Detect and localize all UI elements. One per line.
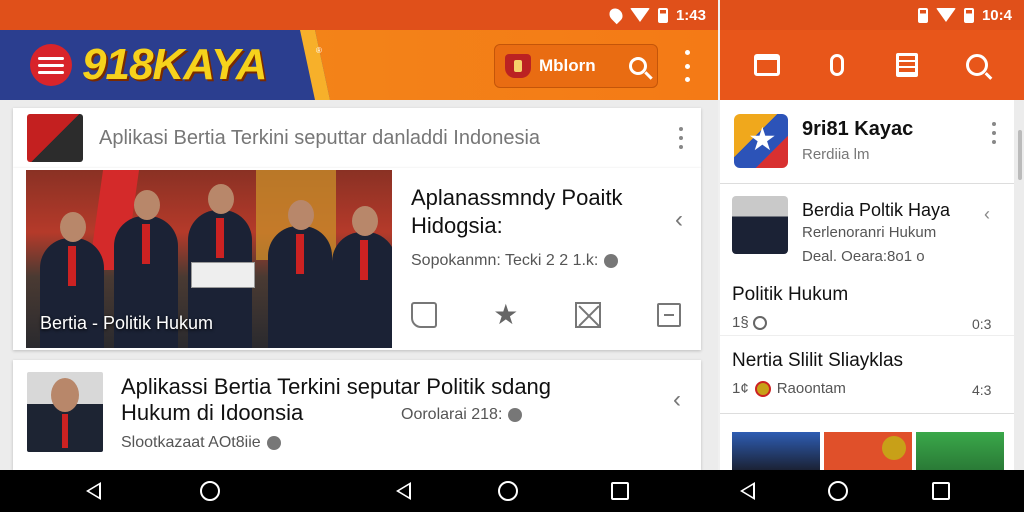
star-icon[interactable]: ★ (493, 301, 518, 329)
item-count-value: 1¢ (732, 380, 749, 397)
globe-icon (266, 436, 281, 450)
status-time: 10:4 (981, 6, 1012, 24)
item-meta-text: Raoontam (776, 380, 846, 397)
side-panel: 9ri81 Kayac Rerdiia lm Berdia Poltik Hay… (720, 100, 1024, 470)
like-icon[interactable] (411, 302, 437, 328)
status-bar-right: 10:4 (720, 0, 1024, 30)
back-icon[interactable] (740, 482, 755, 500)
battery-icon (963, 7, 974, 23)
app-info-row[interactable]: 9ri81 Kayac Rerdiia lm (720, 100, 1014, 184)
back-icon[interactable] (86, 482, 101, 500)
search-icon (629, 57, 647, 75)
feature-title[interactable]: Aplanassmndy Poaitk Hidogsia: (411, 184, 661, 240)
list-item[interactable]: Nertia Slilit Sliayklas 1¢ Raoontam 4:3 (720, 346, 1014, 414)
recents-icon[interactable] (932, 482, 950, 500)
gift-button[interactable] (751, 49, 783, 81)
strip-image[interactable] (824, 432, 912, 470)
feature-caption: Bertia - Politik Hukum (40, 313, 214, 333)
brand-logo-area[interactable]: 918KAYA (0, 30, 330, 100)
item-subtitle: Rerlenoranri Hukum (802, 224, 937, 241)
status-time: 1:43 (675, 6, 706, 24)
gift-icon (754, 54, 780, 76)
article-meta: Oorolarai 218: (395, 406, 523, 424)
recents-icon[interactable] (611, 482, 629, 500)
globe-icon (604, 254, 619, 268)
scrollbar[interactable] (1018, 130, 1022, 180)
search-button-right[interactable] (961, 49, 993, 81)
garuda-emblem-icon (505, 54, 531, 78)
hide-icon[interactable] (657, 303, 681, 327)
image-strip (732, 432, 1004, 470)
share-icon[interactable]: ‹ (984, 204, 990, 225)
article-meta2-text: Slootkazaat AOt8iie (121, 434, 261, 451)
search-button[interactable]: Mblorn (494, 44, 658, 88)
globe-icon (508, 408, 523, 422)
home-icon[interactable] (828, 481, 848, 501)
article-meta-text: Oorolarai 218: (401, 406, 503, 423)
item-meta: 1¢ Raoontam (732, 380, 846, 397)
item-title: Nertia Slilit Sliayklas (732, 350, 904, 371)
strip-image[interactable] (916, 432, 1004, 470)
item-time: 4:3 (972, 382, 992, 398)
item-count-value: 1§ (732, 314, 749, 331)
data-saver-icon (606, 5, 626, 25)
app-logo-icon (734, 114, 788, 168)
article-meta-secondary: Slootkazaat AOt8iie (121, 434, 281, 452)
feature-meta-text: Sopokanmn: Tecki 2 2 1.k: (411, 252, 599, 269)
brand-name: 918KAYA (82, 40, 268, 89)
cheque-prop (191, 262, 255, 288)
battery-icon (917, 7, 928, 23)
back-icon[interactable] (396, 482, 411, 500)
header-card[interactable]: Aplikasi Bertia Terkini seputtar danladd… (13, 108, 701, 168)
share-icon[interactable] (574, 302, 601, 328)
home-icon[interactable] (498, 481, 518, 501)
app-name: 9ri81 Kayac (802, 118, 914, 140)
item-thumbnail (732, 196, 788, 254)
overflow-menu-icon[interactable] (680, 50, 694, 82)
news-feed: Aplikasi Bertia Terkini seputtar danladd… (0, 100, 718, 470)
newspaper-icon (896, 53, 918, 77)
header-card-text: Aplikasi Bertia Terkini seputtar danladd… (99, 126, 541, 149)
article-thumbnail (27, 372, 103, 452)
app-subtitle: Rerdiia lm (802, 146, 870, 163)
feature-image: Bertia - Politik Hukum (26, 170, 392, 348)
feature-actions: ★ (411, 301, 681, 329)
collapse-chevron-icon[interactable]: ‹ (675, 206, 683, 234)
wifi-icon (935, 8, 956, 22)
microphone-icon (830, 54, 844, 76)
comment-icon (752, 315, 767, 330)
strip-image[interactable] (732, 432, 820, 470)
app-menu-icon[interactable] (990, 122, 998, 144)
search-icon (966, 54, 988, 76)
item-time: 0:3 (972, 316, 992, 332)
item-count: 1§ (732, 314, 767, 331)
brand-logo-icon (30, 44, 72, 86)
emblem-icon (754, 380, 771, 397)
card-menu-icon[interactable] (677, 127, 685, 149)
header-thumbnail (27, 114, 83, 162)
list-item[interactable]: Berdia Poltik Haya Rerlenoranri Hukum De… (720, 192, 1014, 272)
side-card: 9ri81 Kayac Rerdiia lm Berdia Poltik Hay… (720, 100, 1014, 470)
feature-card[interactable]: Bertia - Politik Hukum Aplanassmndy Poai… (13, 168, 701, 350)
status-bar-left: 1:43 (0, 0, 718, 30)
news-button[interactable] (891, 49, 923, 81)
item-meta: Deal. Oeara:8o1 o (802, 248, 925, 265)
search-label: Mblorn (539, 56, 596, 75)
pane-divider (718, 0, 720, 512)
app-bar-right (720, 30, 1024, 100)
voice-button[interactable] (821, 49, 853, 81)
battery-icon (657, 7, 668, 23)
wifi-icon (629, 8, 650, 22)
collapse-chevron-icon[interactable]: ‹ (673, 386, 681, 414)
app-bar: 918KAYA ® Mblorn (0, 30, 718, 100)
item-title: Berdia Poltik Haya (802, 200, 951, 220)
feature-meta: Sopokanmn: Tecki 2 2 1.k: (411, 252, 619, 270)
list-item[interactable]: Politik Hukum 1§ 0:3 (720, 280, 1014, 336)
article-card[interactable]: Aplikassi Bertia Terkini seputar Politik… (13, 360, 701, 470)
article-title[interactable]: Aplikassi Bertia Terkini seputar Politik… (121, 374, 621, 426)
item-title: Politik Hukum (732, 284, 849, 305)
navigation-bar (0, 470, 1024, 512)
home-icon[interactable] (200, 481, 220, 501)
registered-mark: ® (316, 46, 322, 55)
